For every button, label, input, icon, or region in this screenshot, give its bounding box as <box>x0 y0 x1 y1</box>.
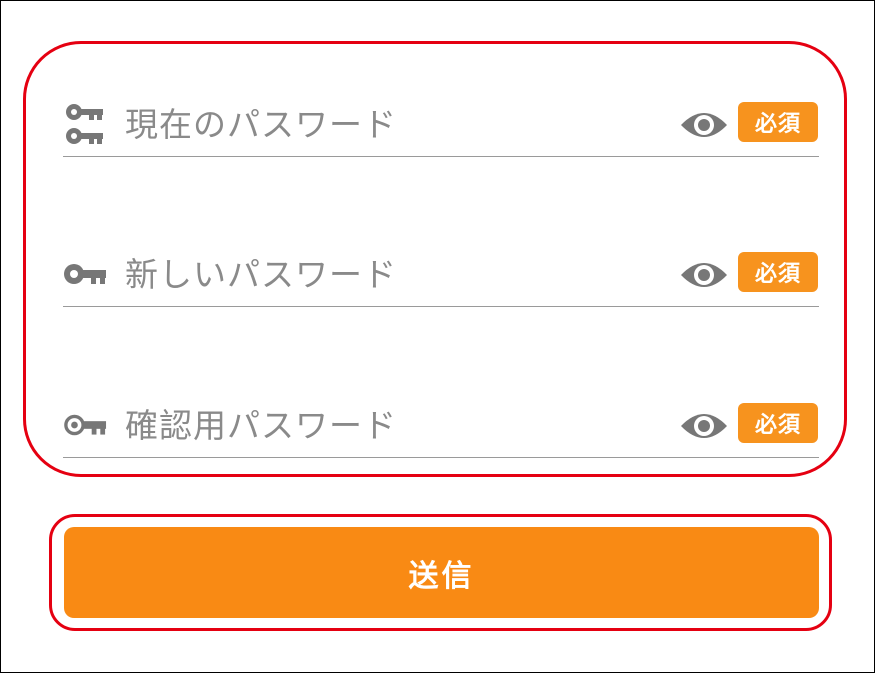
highlight-outline-button <box>49 514 832 631</box>
highlight-outline-fields <box>23 41 847 477</box>
form-panel: 現在のパスワード 必須 新しいパスワード 必須 確認用パスワード 必須 送信 <box>0 0 875 673</box>
